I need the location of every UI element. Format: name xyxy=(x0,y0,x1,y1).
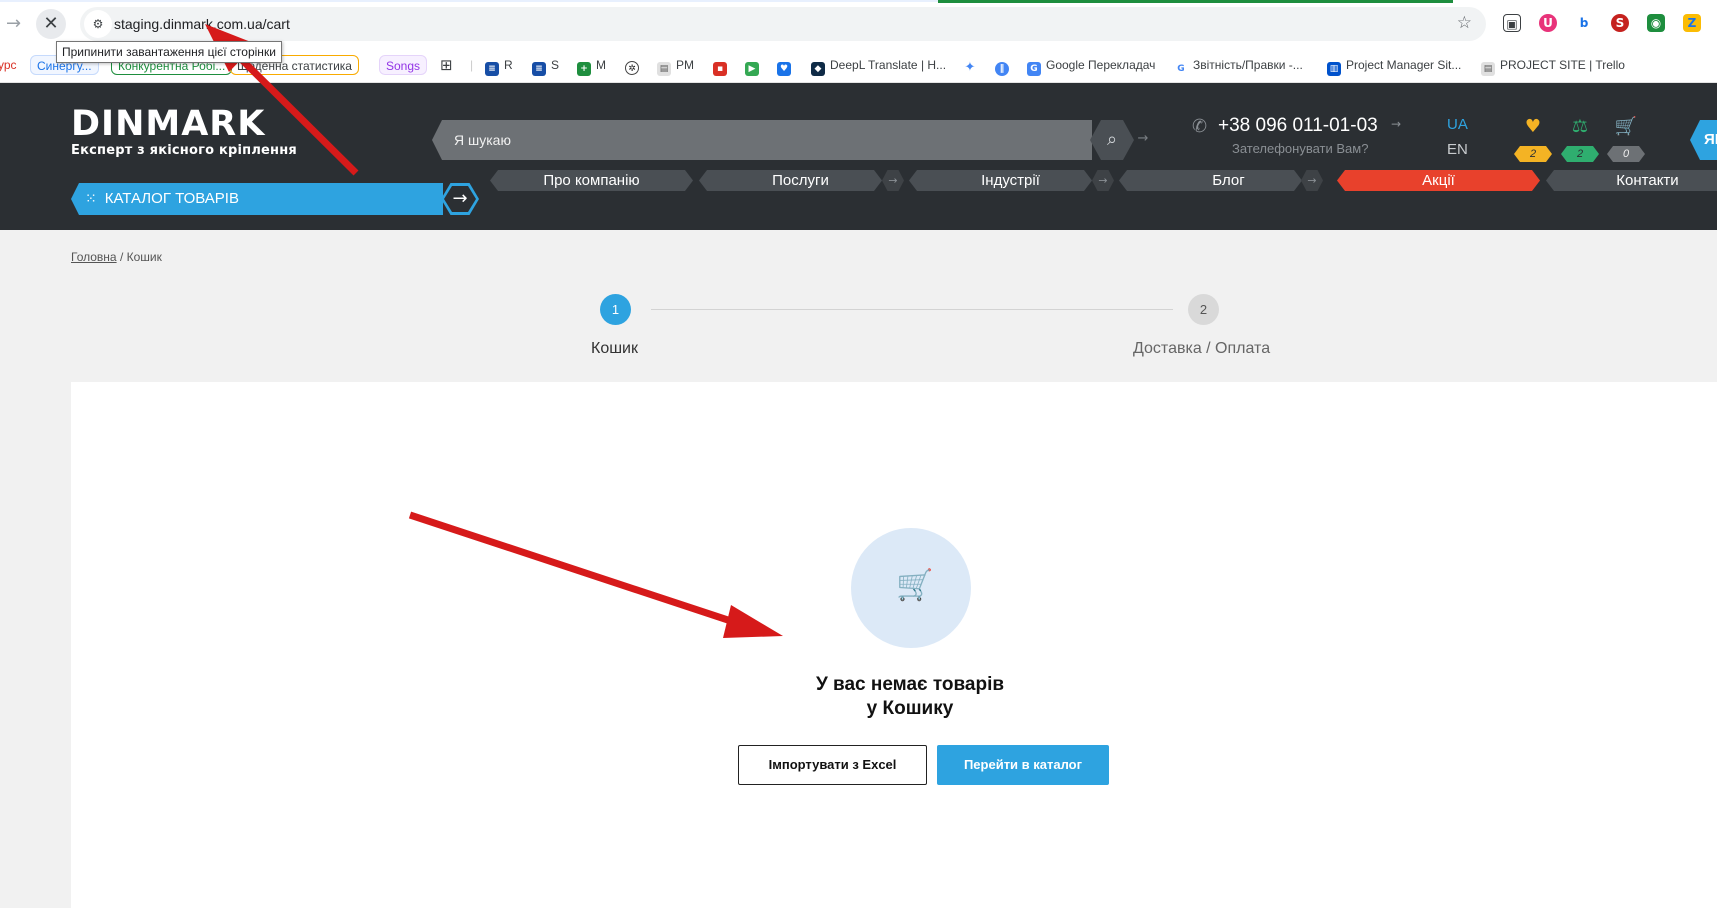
search-box[interactable]: Я шукаю xyxy=(432,120,1092,160)
breadcrumb-home[interactable]: Головна xyxy=(71,250,117,264)
bookmark-item[interactable]: Songs xyxy=(379,55,428,75)
step-1-circle: 1 xyxy=(600,294,631,325)
bookmark-icon-only[interactable]: ∥ xyxy=(995,55,1014,76)
search-arrow-icon[interactable]: → xyxy=(1133,129,1153,149)
trello-icon: ▥ xyxy=(1327,62,1341,76)
bookmark-star-icon[interactable]: ☆ xyxy=(1457,13,1472,33)
search-placeholder: Я шукаю xyxy=(454,132,511,148)
nav-services[interactable]: Послуги xyxy=(699,170,902,191)
step-2-circle: 2 xyxy=(1188,294,1219,325)
catalog-label: КАТАЛОГ ТОВАРІВ xyxy=(104,190,239,207)
openai-icon: ✲ xyxy=(625,61,639,75)
google-icon: G xyxy=(1174,62,1188,76)
chatgpt-bookmark[interactable]: ✲ xyxy=(625,55,644,75)
side-cta-button[interactable]: ЯЦ xyxy=(1690,120,1717,160)
bookmark-icon-only[interactable]: ▪ xyxy=(713,55,732,76)
bookmark-favicon: + xyxy=(577,62,591,76)
phone-dropdown-icon[interactable]: → xyxy=(1391,117,1401,131)
forward-icon[interactable]: → xyxy=(6,13,21,34)
catalog-button[interactable]: ⁙ КАТАЛОГ ТОВАРІВ xyxy=(71,183,443,215)
lang-ua[interactable]: UA xyxy=(1447,116,1468,133)
step-2-label: Доставка / Оплата xyxy=(1133,340,1271,357)
site-info-icon[interactable]: ⚙ xyxy=(84,10,112,38)
heart-bookmark-icon: ♥ xyxy=(777,62,791,76)
bookmark-item[interactable]: урс xyxy=(0,55,17,75)
bookmark-item[interactable]: G Звітність/Правки -... xyxy=(1174,55,1303,76)
gemini-icon: ✦ xyxy=(963,60,977,75)
bookmark-item[interactable]: ▥ Project Manager Sit... xyxy=(1327,55,1461,76)
breadcrumb: Головна / Кошик xyxy=(71,250,162,264)
search-input[interactable] xyxy=(432,120,1092,160)
dinmark-logo[interactable]: DINMARK Експерт з якісного кріплення xyxy=(71,106,297,158)
nav-sales[interactable]: Акції xyxy=(1337,170,1540,191)
bookmark-icon-only[interactable]: ▶ xyxy=(745,55,764,76)
callback-link[interactable]: Зателефонувати Вам? xyxy=(1232,141,1368,156)
podcast-icon: ∥ xyxy=(995,62,1009,76)
s-extension-icon[interactable]: S xyxy=(1611,14,1629,32)
checkout-steps-line xyxy=(651,309,1173,310)
bookmark-item[interactable]: + M xyxy=(577,55,606,76)
z-extension-icon[interactable]: Z xyxy=(1683,14,1701,32)
favorites-heart-icon[interactable]: ♥ xyxy=(1513,116,1553,137)
bookmark-item[interactable]: ◆ DeepL Translate | Н... xyxy=(811,55,946,76)
bookmark-icon-only[interactable]: ♥ xyxy=(777,55,796,76)
bookmark-icon-only[interactable]: ✦ xyxy=(963,55,982,75)
deepl-icon: ◆ xyxy=(811,62,825,76)
url-text[interactable]: staging.dinmark.com.ua/cart xyxy=(114,16,290,32)
stop-loading-tooltip: Припинити завантаження цієї сторінки xyxy=(56,41,282,63)
nav-about[interactable]: Про компанію xyxy=(490,170,693,191)
bookmark-favicon: ≡ xyxy=(485,62,499,76)
b-extension-icon[interactable]: b xyxy=(1575,14,1593,32)
stop-loading-icon[interactable]: ✕ xyxy=(36,9,66,39)
browser-toolbar: → ✕ ⚙ staging.dinmark.com.ua/cart ☆ ▣ U … xyxy=(0,0,1717,47)
bookmark-item[interactable]: ▤ PROJECT SITE | Trello xyxy=(1481,55,1625,76)
bookmark-favicon: ≡ xyxy=(532,62,546,76)
breadcrumb-current: Кошик xyxy=(126,250,162,264)
bookmark-favicon: ▪ xyxy=(713,62,727,76)
bookmark-item[interactable]: ▤ PM xyxy=(657,55,694,76)
bookmark-favicon: ▤ xyxy=(657,62,671,76)
search-icon[interactable]: ⌕ xyxy=(1090,120,1134,160)
go-to-catalog-button[interactable]: Перейти в каталог xyxy=(937,745,1109,785)
google-translate-icon: G xyxy=(1027,62,1041,76)
bookmark-item[interactable]: G Google Перекладач xyxy=(1027,55,1155,76)
nav-industries[interactable]: Індустрії xyxy=(909,170,1112,191)
logo-wordmark: DINMARK xyxy=(71,104,266,144)
cart-count-badge: 0 xyxy=(1607,146,1645,162)
play-icon: ▶ xyxy=(745,62,759,76)
site-header: DINMARK Експерт з якісного кріплення Я ш… xyxy=(0,83,1717,230)
logo-tagline: Експерт з якісного кріплення xyxy=(71,143,297,158)
apps-grid-icon[interactable]: ⊞ xyxy=(440,55,453,75)
breadcrumb-separator: / xyxy=(119,250,124,264)
cart-icon[interactable]: 🛒 xyxy=(1606,116,1646,137)
grid-dots-icon: ⁙ xyxy=(85,191,97,207)
step-1-label: Кошик xyxy=(591,340,638,357)
phone-icon: ✆ xyxy=(1192,116,1208,137)
lang-en[interactable]: EN xyxy=(1447,141,1468,158)
empty-cart-line-1: У вас немає товарів xyxy=(815,674,1005,695)
empty-cart-line-2: у Кошику xyxy=(866,698,954,719)
bookmark-favicon: ▤ xyxy=(1481,62,1495,76)
image-extension-icon[interactable]: ▣ xyxy=(1503,14,1521,32)
bookmark-item[interactable]: ≡ S xyxy=(532,55,559,76)
shield-extension-icon[interactable]: ◉ xyxy=(1647,14,1665,32)
shopping-cart-icon: 🛒 xyxy=(896,568,934,603)
nav-contacts[interactable]: Контакти xyxy=(1546,170,1717,191)
bookmark-separator: | xyxy=(470,58,474,72)
import-excel-button[interactable]: Імпортувати з Excel xyxy=(738,745,927,785)
phone-number[interactable]: +38 096 011-01-03 xyxy=(1218,115,1378,137)
empty-cart-message: У вас немає товарів у Кошику xyxy=(760,673,1060,721)
u-extension-icon[interactable]: U xyxy=(1539,14,1557,32)
address-bar[interactable]: ⚙ staging.dinmark.com.ua/cart ☆ xyxy=(80,7,1486,41)
compare-icon[interactable]: ⚖ xyxy=(1560,116,1600,137)
compare-count-badge: 2 xyxy=(1561,146,1599,162)
page-loading-bar xyxy=(938,0,1453,3)
bookmark-item[interactable]: ≡ R xyxy=(485,55,513,76)
favorites-count-badge: 2 xyxy=(1514,146,1552,162)
tab-strip-edge xyxy=(0,0,938,2)
